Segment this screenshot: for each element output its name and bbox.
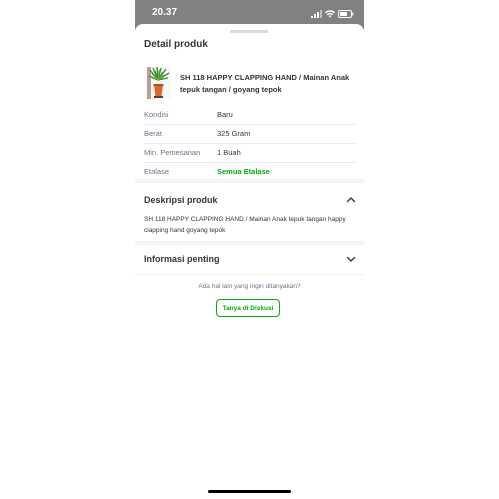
info-row-min-order: Min. Pemesanan 1 Buah [144,144,356,163]
description-title: Deskripsi produk [144,195,218,205]
phone-screen: 20.37 Detail produk SH 118 HAPPY CLAPPIN… [135,0,364,499]
info-value: 325 Gram [217,129,251,138]
battery-icon [338,10,354,18]
status-time: 20.37 [152,7,178,18]
left-background [0,0,135,499]
info-value: Baru [217,110,233,119]
cellular-signal-icon [311,10,322,18]
chevron-down-icon[interactable] [346,255,356,263]
right-background [364,0,499,499]
info-label: Min. Pemesanan [144,148,201,157]
description-header[interactable]: Deskripsi produk [144,193,356,207]
important-info-title: Informasi penting [144,254,220,264]
info-label: Berat [144,129,162,138]
chevron-up-icon[interactable] [346,196,356,204]
wifi-icon [325,10,335,18]
section-separator [135,274,364,275]
status-icons [311,9,354,19]
product-info-table: Kondisi Baru Berat 325 Gram Min. Pemesan… [144,106,356,181]
sheet-title: Detail produk [144,39,208,50]
section-divider [135,179,364,183]
drag-handle[interactable] [230,30,268,33]
ask-discussion-button[interactable]: Tanya di Diskusi [216,299,280,317]
info-row-weight: Berat 325 Gram [144,125,356,144]
home-indicator [208,490,291,493]
info-value: 1 Buah [217,148,241,157]
product-thumbnail [146,67,171,99]
section-divider [135,241,364,245]
important-info-header[interactable]: Informasi penting [144,252,356,266]
ask-prompt: Ada hal lain yang ingin ditanyakan? [198,283,301,290]
description-text: SH 118 HAPPY CLAPPING HAND / Mainan Anak… [144,216,346,234]
product-name: SH 118 HAPPY CLAPPING HAND / Mainan Anak… [180,73,350,94]
info-label: Kondisi [144,110,169,119]
product-detail-sheet: Detail produk SH 118 HAPPY CLAPPING HAND… [135,24,364,499]
info-row-condition: Kondisi Baru [144,106,356,125]
